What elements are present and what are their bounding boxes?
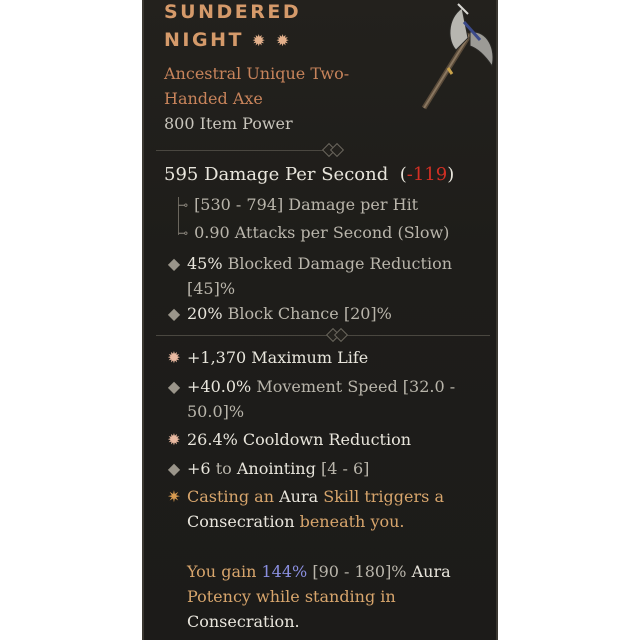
affix-movement-speed: ◆ +40.0% Movement Speed [32.0 -50.0]% [166,374,466,424]
item-type: Ancestral Unique Two- Handed Axe [164,61,374,111]
item-power: 800 Item Power [164,114,293,133]
item-type-line2: Handed Axe [164,89,263,108]
item-type-line1: Ancestral Unique Two- [164,64,350,83]
item-name-line2: NIGHT [164,29,244,51]
unique-star-icon: ✷ [167,487,181,506]
item-name-line1: SUNDERED [164,1,302,23]
affix-maximum-life: ✹ +1,370 Maximum Life [166,345,466,370]
divider [156,142,345,158]
damage-per-hit: ⊸ [530 - 794] Damage per Hit [178,195,419,214]
damage-per-second: 595 Damage Per Second (-119) [164,164,455,185]
bullet-icon: ⊸ [178,226,189,240]
diamond-icon: ◆ [167,304,181,323]
item-name: SUNDERED NIGHT ✹ ✹ [164,0,301,55]
attack-speed: ⊸ 0.90 Attacks per Second (Slow) [178,223,450,242]
unique-power: ✷ Casting an Aura Skill triggers a Conse… [166,484,486,634]
diamond-icon: ◆ [167,254,181,273]
item-tooltip: SUNDERED NIGHT ✹ ✹ Ancestral Unique Two- … [142,0,498,640]
diamond-icon: ◆ [167,459,181,478]
item-name-marks: ✹ ✹ [251,31,292,50]
implicit-block-chance: ◆ 20% Block Chance [20]% [166,301,466,326]
affix-anointing: ◆ +6 to Anointing [4 - 6] [166,456,466,481]
implicit-blocked-damage: ◆ 45% Blocked Damage Reduction [45]% [166,251,466,301]
affix-cooldown-reduction: ✹ 26.4% Cooldown Reduction [166,427,466,452]
greater-affix-icon: ✹ [167,348,181,367]
dps-value: 595 Damage Per Second [164,164,389,185]
diamond-icon: ◆ [167,377,181,396]
divider [156,327,490,343]
axe-icon [421,3,494,110]
greater-affix-icon: ✹ [167,430,181,449]
dps-diff: -119 [406,164,448,185]
bullet-icon: ⊸ [178,198,189,212]
